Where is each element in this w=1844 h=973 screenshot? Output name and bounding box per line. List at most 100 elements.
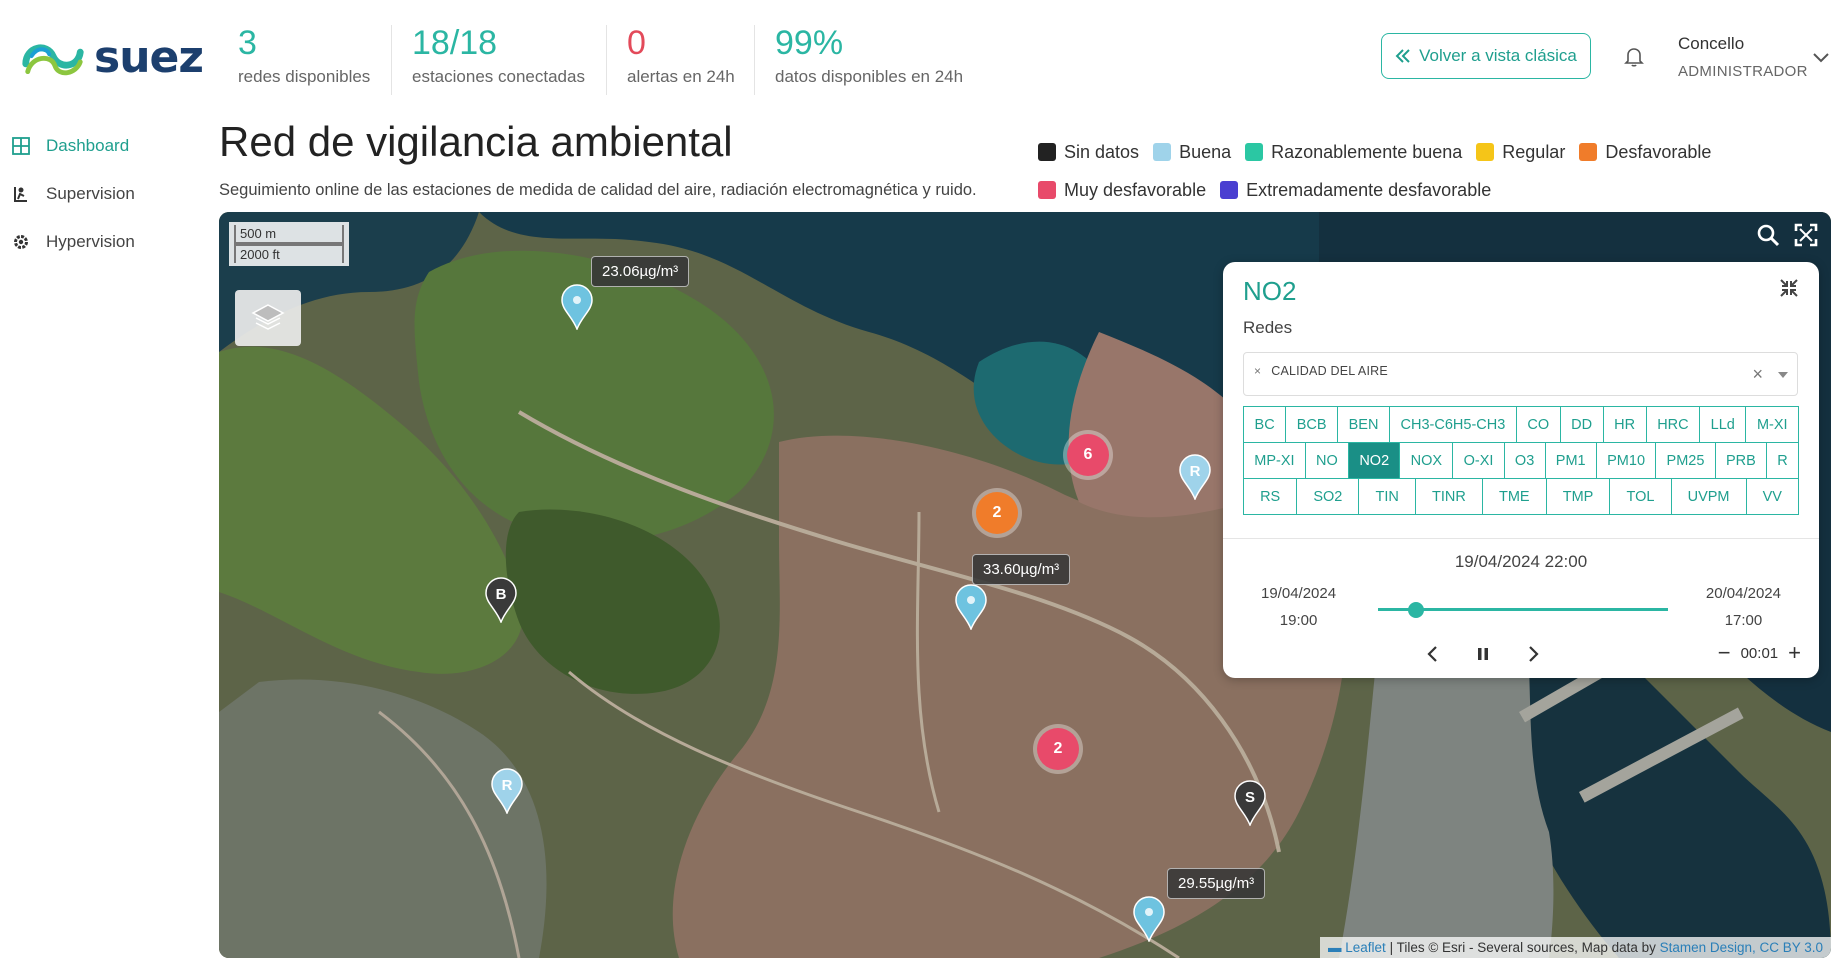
legend-label: Muy desfavorable — [1064, 179, 1207, 200]
parameter-button-tme[interactable]: TME — [1481, 478, 1547, 515]
stat-estaciones-label: estaciones conectadas — [412, 67, 585, 86]
gear-icon — [14, 235, 28, 249]
station-pin[interactable] — [954, 584, 988, 632]
time-slider[interactable] — [1378, 602, 1668, 618]
parameter-button-lld[interactable]: LLd — [1699, 406, 1747, 443]
scale-imperial: 2000 ft — [234, 244, 344, 263]
speed-decrease-button[interactable]: − — [1718, 642, 1731, 664]
parameter-button-pm1[interactable]: PM1 — [1544, 442, 1597, 479]
parameter-button-o3[interactable]: O3 — [1503, 442, 1546, 479]
end-hour: 17:00 — [1724, 612, 1763, 629]
station-pin[interactable]: R — [490, 768, 524, 816]
parameter-button-so2[interactable]: SO2 — [1296, 478, 1360, 515]
pin-letter: R — [501, 777, 513, 794]
cluster-count: 6 — [1083, 446, 1093, 463]
station-cluster[interactable]: 2 — [1037, 728, 1079, 770]
chip-remove-icon[interactable]: × — [1254, 364, 1261, 378]
measurement-tooltip: 23.06µg/m³ — [591, 256, 690, 287]
parameter-button-m-xi[interactable]: M-XI — [1745, 406, 1800, 443]
parameter-button-uvpm[interactable]: UVPM — [1670, 478, 1747, 515]
parameter-button-no2[interactable]: NO2 — [1348, 442, 1401, 479]
parameter-button-ben[interactable]: BEN — [1337, 406, 1390, 443]
suez-logo-icon — [22, 44, 84, 75]
parameter-button-rs[interactable]: RS — [1243, 478, 1298, 515]
stat-datos: 99% datos disponibles en 24h — [755, 24, 963, 94]
parameter-button-tol[interactable]: TOL — [1609, 478, 1672, 515]
station-cluster[interactable]: 2 — [976, 492, 1018, 534]
parameter-button-dd[interactable]: DD — [1559, 406, 1604, 443]
leaflet-link[interactable]: ▬ Leaflet — [1328, 940, 1386, 955]
air-quality-legend: Sin datos Buena Razonablemente buena Reg… — [1038, 138, 1798, 214]
search-icon[interactable] — [1755, 222, 1781, 248]
bell-icon[interactable] — [1622, 44, 1646, 68]
header: suez 3 redes disponibles 18/18 estacione… — [0, 0, 1844, 110]
caret-down-icon[interactable] — [1777, 371, 1789, 379]
station-pin[interactable]: R — [1178, 454, 1212, 502]
parameter-button-tin[interactable]: TIN — [1358, 478, 1416, 515]
parameter-button-r[interactable]: R — [1766, 442, 1800, 479]
parameter-button-tmp[interactable]: TMP — [1545, 478, 1611, 515]
parameter-button-co[interactable]: CO — [1515, 406, 1561, 443]
sidebar-item-dashboard[interactable]: Dashboard — [0, 122, 210, 170]
legend-swatch — [1220, 181, 1239, 199]
parameter-button-o-xi[interactable]: O-XI — [1452, 442, 1505, 479]
end-date: 20/04/2024 — [1705, 585, 1781, 602]
collapse-icon[interactable] — [1779, 278, 1799, 298]
user-menu[interactable]: Concello ADMINISTRADOR — [1678, 34, 1808, 80]
parameter-button-vv[interactable]: VV — [1745, 478, 1800, 515]
legend-item: Extremadamente desfavorable — [1220, 180, 1491, 201]
sidebar-item-label: Supervision — [46, 184, 135, 203]
station-pin[interactable]: S — [1233, 780, 1267, 828]
parameter-button-pm25[interactable]: PM25 — [1655, 442, 1716, 479]
parameter-button-nox[interactable]: NOX — [1399, 442, 1454, 479]
pin-letter: B — [495, 586, 507, 603]
panel-subtitle: Redes — [1243, 318, 1293, 337]
network-chip[interactable]: × CALIDAD DEL AIRE — [1254, 364, 1388, 378]
speed-value: 00:01 — [1740, 644, 1779, 662]
network-select[interactable]: × CALIDAD DEL AIRE × — [1243, 352, 1798, 396]
measurement-tooltip: 29.55µg/m³ — [1167, 868, 1266, 899]
station-pin[interactable]: B — [484, 577, 518, 625]
speed-increase-button[interactable]: + — [1788, 642, 1801, 664]
fullscreen-icon[interactable] — [1793, 222, 1819, 248]
suez-logo[interactable]: suez — [18, 30, 204, 85]
parameter-button-hrc[interactable]: HRC — [1645, 406, 1701, 443]
next-step-icon[interactable] — [1521, 642, 1545, 666]
legend-item: Desfavorable — [1579, 142, 1711, 163]
panel-title: NO2 — [1243, 276, 1297, 306]
parameter-button-mp-xi[interactable]: MP-XI — [1243, 442, 1306, 479]
previous-step-icon[interactable] — [1421, 642, 1445, 666]
station-pin[interactable] — [560, 284, 594, 332]
sidebar-item-supervision[interactable]: Supervision — [0, 170, 210, 218]
station-cluster[interactable]: 6 — [1067, 434, 1109, 476]
slider-thumb[interactable] — [1407, 602, 1424, 618]
dashboard-icon — [12, 137, 30, 155]
legend-label: Razonablemente buena — [1271, 141, 1463, 162]
map-view[interactable]: 500 m 2000 ft 6 2 2 R R B S 23.06µg/m³ 3… — [219, 212, 1831, 958]
parameter-button-tinr[interactable]: TINR — [1414, 478, 1483, 515]
station-pin[interactable] — [1132, 896, 1166, 944]
chevron-down-icon[interactable] — [1812, 50, 1830, 64]
pause-icon[interactable] — [1471, 642, 1495, 666]
page-title: Red de vigilancia ambiental — [219, 118, 733, 165]
clear-icon[interactable]: × — [1752, 364, 1763, 385]
stamen-link[interactable]: Stamen Design, CC BY 3.0 — [1660, 940, 1823, 955]
legend-swatch — [1038, 181, 1056, 199]
parameter-button-bc[interactable]: BC — [1243, 406, 1287, 443]
legend-label: Buena — [1179, 141, 1232, 162]
supervision-icon — [14, 187, 27, 202]
parameter-button-prb[interactable]: PRB — [1714, 442, 1768, 479]
parameter-button-no[interactable]: NO — [1304, 442, 1350, 479]
classic-view-button[interactable]: Volver a vista clásica — [1381, 33, 1591, 79]
sidebar-item-hypervision[interactable]: Hypervision — [0, 218, 210, 266]
legend-item: Razonablemente buena — [1245, 142, 1462, 163]
parameter-button-bcb[interactable]: BCB — [1285, 406, 1339, 443]
legend-swatch — [1476, 143, 1495, 161]
parameter-row: RS SO2 TIN TINR TME TMP TOL UVPM VV — [1243, 478, 1800, 515]
cluster-count: 2 — [992, 504, 1002, 521]
parameter-button-pm10[interactable]: PM10 — [1595, 442, 1657, 479]
parameter-button-ch3-c6h5-ch3[interactable]: CH3-C6H5-CH3 — [1389, 406, 1517, 443]
legend-item: Muy desfavorable — [1038, 180, 1206, 201]
layers-button[interactable] — [235, 290, 301, 346]
parameter-button-hr[interactable]: HR — [1602, 406, 1647, 443]
